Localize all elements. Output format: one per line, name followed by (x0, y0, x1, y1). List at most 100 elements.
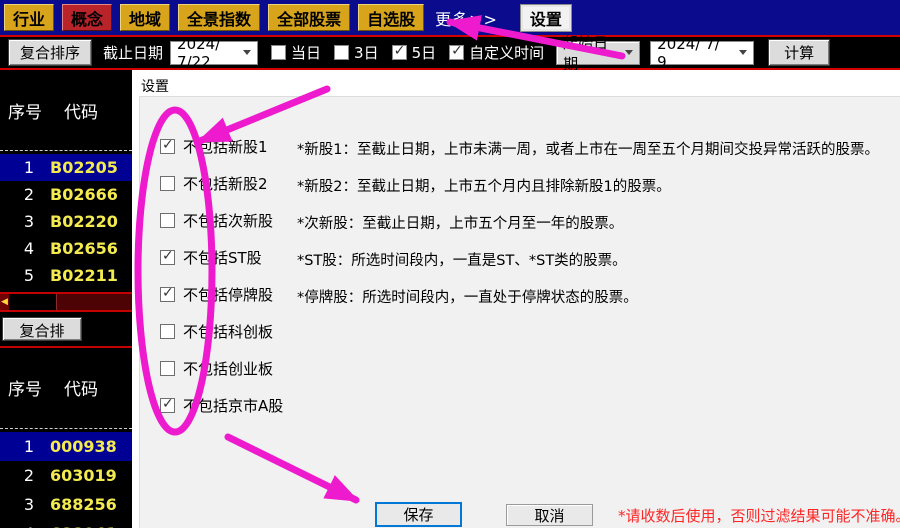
code-column-header: 代码 (64, 380, 98, 400)
settings-main-area: 设置 不包括新股1 *新股1：至截止日期，上市未满一周，或者上市在一周至五个月期… (132, 70, 900, 528)
3day-checkbox-label: 3日 (354, 44, 379, 62)
row-seq: 4 (0, 524, 34, 528)
exclude-new2-checkbox[interactable] (160, 175, 175, 191)
today-checkbox-box[interactable] (271, 45, 287, 60)
calculate-button[interactable]: 计算 (768, 39, 831, 66)
end-date-value: 2024/ 7/22 (177, 34, 221, 71)
custom-time-checkbox-box[interactable] (449, 43, 465, 60)
seq-column-header: 序号 (8, 103, 42, 123)
exclude-subnew-checkbox[interactable] (160, 212, 175, 228)
row-seq: 2 (23, 466, 34, 485)
settings-panel-title: 设置 (141, 79, 169, 95)
divider (0, 150, 132, 151)
chevron-down-icon (739, 50, 748, 55)
settings-button[interactable]: 设置 (519, 3, 572, 32)
tab-all-stocks[interactable]: 全部股票 (268, 4, 351, 31)
start-date-dropdown[interactable]: 起始日期 (556, 34, 641, 73)
tab-region[interactable]: 地域 (120, 4, 171, 31)
option-description: *停牌股：所选时间段内，一直处于停牌状态的股票。 (297, 290, 638, 306)
start-date-dropdown-value: 起始日期 (563, 33, 609, 73)
option-exclude-subnew[interactable]: 不包括次新股 (160, 211, 274, 230)
option-label: 不包括科创板 (183, 322, 274, 341)
stock-row[interactable]: 4 B02656 (0, 235, 132, 262)
option-exclude-st[interactable]: 不包括ST股 (160, 248, 262, 267)
option-label: 不包括停牌股 (183, 285, 274, 304)
3day-checkbox-box[interactable] (334, 45, 350, 60)
tab-industry[interactable]: 行业 (4, 4, 55, 31)
end-date-combo[interactable]: 2024/ 7/22 (170, 35, 259, 71)
more-menu-link[interactable]: 更多>> (432, 6, 501, 30)
option-label: 不包括创业板 (183, 359, 274, 378)
option-label: 不包括新股2 (183, 174, 268, 193)
table1-header: 序号 代码 (8, 98, 98, 123)
chevron-down-icon (625, 50, 634, 55)
5day-checkbox-box[interactable] (391, 43, 407, 60)
divider (0, 346, 132, 348)
exclude-st-checkbox[interactable] (160, 248, 175, 265)
start-date-combo[interactable]: 2024/ 7/ 9 (650, 35, 755, 71)
option-exclude-chinext[interactable]: 不包括创业板 (160, 359, 274, 378)
seq-column-header: 序号 (8, 380, 42, 400)
option-label: 不包括新股1 (183, 137, 268, 156)
exclude-suspended-checkbox[interactable] (160, 285, 175, 302)
row-code: B02656 (50, 239, 118, 258)
stock-row[interactable]: 2 603019 (0, 461, 132, 490)
exclude-star-market-checkbox[interactable] (160, 323, 175, 339)
divider (0, 428, 132, 429)
row-code: 688256 (50, 495, 117, 514)
stock-row[interactable]: 5 B02211 (0, 262, 132, 289)
row-code: 603019 (50, 466, 117, 485)
stock-table-1: 1 B02205 2 B02666 3 B02220 4 B02656 5 B0… (0, 154, 132, 289)
exclude-chinext-checkbox[interactable] (160, 360, 175, 376)
today-checkbox-label: 当日 (291, 44, 322, 62)
option-exclude-suspended[interactable]: 不包括停牌股 (160, 285, 274, 304)
checkbox-5day[interactable]: 5日 (391, 42, 436, 63)
stock-row[interactable]: 3 B02220 (0, 208, 132, 235)
end-date-label: 截止日期 (103, 44, 164, 62)
tab-concept[interactable]: 概念 (62, 4, 113, 31)
row-code: 688041 (50, 524, 117, 528)
option-label: 不包括ST股 (183, 248, 262, 267)
row-seq: 3 (23, 495, 34, 514)
row-seq: 3 (23, 212, 34, 231)
stock-row[interactable]: 2 B02666 (0, 181, 132, 208)
tab-panorama-index[interactable]: 全景指数 (178, 4, 261, 31)
sidebar-composite-sort-button[interactable]: 复合排序 (2, 317, 82, 361)
option-description: *新股2：至截止日期，上市五个月内且排除新股1的股票。 (297, 179, 671, 195)
row-seq: 5 (23, 266, 34, 285)
save-button[interactable]: 保存 (375, 502, 462, 527)
stock-row[interactable]: 1 000938 (0, 432, 132, 461)
row-code: 000938 (50, 437, 117, 456)
exclude-bse-a-checkbox[interactable] (160, 396, 175, 413)
checkbox-today[interactable]: 当日 (271, 42, 321, 63)
checkbox-custom-time[interactable]: 自定义时间 (449, 42, 544, 63)
row-code: B02205 (50, 158, 118, 177)
composite-sort-button[interactable]: 复合排序 (8, 39, 93, 66)
tab-watchlist[interactable]: 自选股 (358, 4, 425, 31)
option-description: *新股1：至截止日期，上市未满一周，或者上市在一周至五个月期间交投异常活跃的股票… (297, 142, 879, 158)
row-code: B02211 (50, 266, 118, 285)
scrollbar-thumb[interactable] (9, 294, 57, 310)
option-exclude-new2[interactable]: 不包括新股2 (160, 174, 268, 193)
row-code: B02666 (50, 185, 118, 204)
cancel-button[interactable]: 取消 (506, 504, 593, 526)
stock-row[interactable]: 1 B02205 (0, 154, 132, 181)
checkbox-3day[interactable]: 3日 (334, 42, 379, 63)
option-exclude-star-market[interactable]: 不包括科创板 (160, 322, 274, 341)
option-label: 不包括次新股 (183, 211, 274, 230)
code-column-header: 代码 (64, 103, 98, 123)
table2-header: 序号 代码 (8, 375, 98, 400)
chevron-down-icon (243, 50, 252, 55)
exclude-new1-checkbox[interactable] (160, 137, 175, 154)
option-exclude-bse-a[interactable]: 不包括京市A股 (160, 396, 284, 415)
scroll-left-arrow-icon[interactable]: ◀ (0, 294, 9, 310)
stock-row[interactable]: 4 688041 (0, 519, 132, 528)
option-exclude-new1[interactable]: 不包括新股1 (160, 137, 268, 156)
horizontal-scrollbar[interactable]: ◀ (0, 292, 132, 312)
row-seq: 1 (23, 158, 34, 177)
row-seq: 2 (23, 185, 34, 204)
top-nav-bar: 行业 概念 地域 全景指数 全部股票 自选股 更多>> 设置 (0, 0, 900, 37)
option-label: 不包括京市A股 (183, 396, 284, 415)
stock-row[interactable]: 3 688256 (0, 490, 132, 519)
start-date-value: 2024/ 7/ 9 (657, 34, 720, 71)
